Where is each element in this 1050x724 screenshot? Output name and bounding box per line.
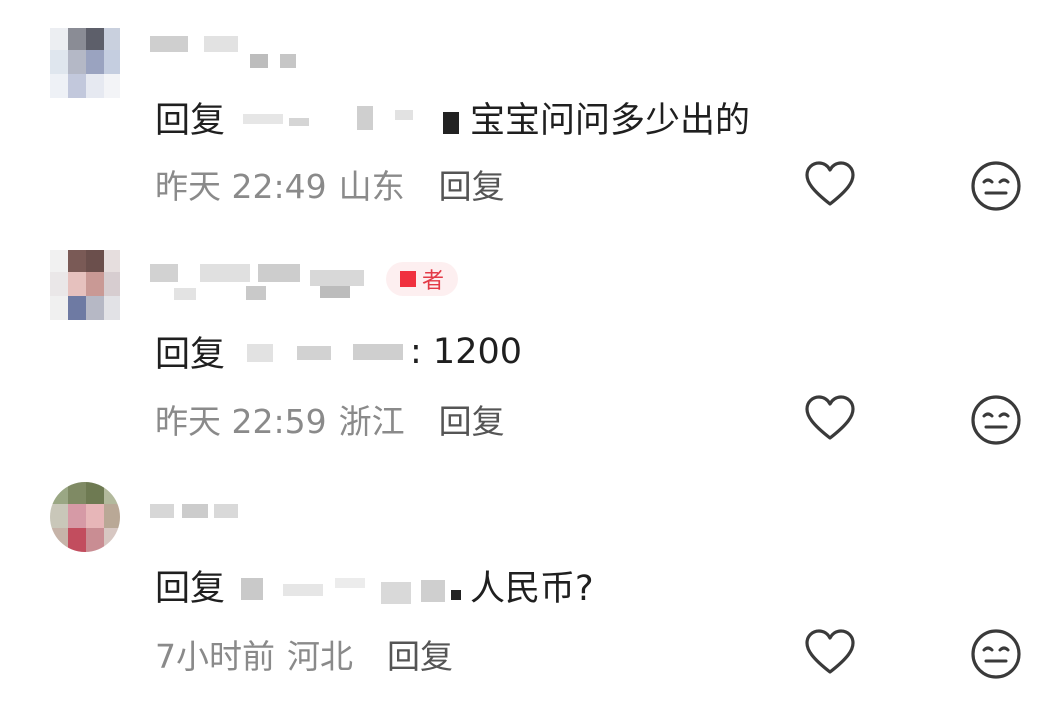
comment-meta: 昨天 22:49 山东 回复 <box>155 160 505 208</box>
reply-button[interactable]: 回复 <box>387 630 453 678</box>
comment-time: 昨天 22:59 <box>155 402 327 441</box>
meh-face-icon <box>971 395 1021 445</box>
badge-square-icon <box>400 271 416 287</box>
like-button[interactable] <box>802 158 858 214</box>
avatar[interactable] <box>50 28 120 98</box>
dislike-button[interactable] <box>968 392 1024 448</box>
comment-body: 回复 : 1200 <box>155 326 522 377</box>
comment-location: 浙江 <box>338 402 405 441</box>
comment-time: 7小时前 <box>155 637 275 676</box>
comment-text: 宝宝问问多少出的 <box>470 101 751 141</box>
comment-meta: 昨天 22:59 浙江 回复 <box>155 395 505 443</box>
meh-face-icon <box>971 161 1021 211</box>
mention-username[interactable] <box>225 96 470 140</box>
meh-face-icon <box>971 629 1021 679</box>
reply-prefix: 回复 <box>155 335 226 375</box>
comment-meta: 7小时前 河北 回复 <box>155 630 453 678</box>
username[interactable] <box>150 250 370 320</box>
reply-prefix: 回复 <box>155 569 226 609</box>
avatar[interactable] <box>50 482 120 552</box>
comment-text: : 1200 <box>410 331 523 372</box>
mention-username[interactable] <box>225 330 410 374</box>
heart-outline-icon <box>805 395 855 440</box>
heart-outline-icon <box>805 161 855 206</box>
dislike-button[interactable] <box>968 158 1024 214</box>
like-button[interactable] <box>802 392 858 448</box>
mention-username[interactable] <box>225 564 470 608</box>
avatar[interactable] <box>50 250 120 320</box>
reply-button[interactable]: 回复 <box>439 160 505 208</box>
like-button[interactable] <box>802 626 858 682</box>
comment-time: 昨天 22:49 <box>155 167 327 206</box>
badge-text: 者 <box>422 269 445 294</box>
comment-body: 回复 宝宝问问多少出的 <box>155 92 750 143</box>
comment-body: 回复 人民币? <box>155 560 594 611</box>
reply-button[interactable]: 回复 <box>439 395 505 443</box>
dislike-button[interactable] <box>968 626 1024 682</box>
comment-location: 山东 <box>338 167 405 206</box>
heart-outline-icon <box>805 629 855 674</box>
username[interactable] <box>150 482 250 552</box>
comment-text: 人民币? <box>470 569 594 609</box>
username[interactable] <box>150 28 310 98</box>
author-badge: 者 <box>386 262 459 296</box>
comment-location: 河北 <box>287 637 353 676</box>
reply-prefix: 回复 <box>155 101 226 141</box>
